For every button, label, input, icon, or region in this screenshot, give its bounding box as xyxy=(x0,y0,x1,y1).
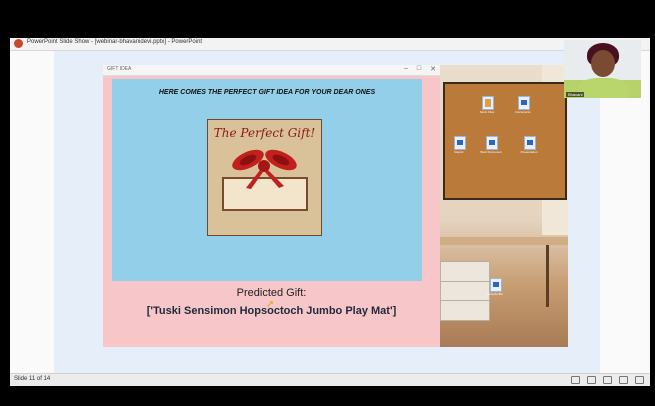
desktop-icon-label: Recycle Bin xyxy=(487,292,503,296)
desktop-icon-label: Stock Files xyxy=(479,110,495,114)
maximize-button[interactable]: □ xyxy=(417,65,421,73)
desktop-icon-label: Report xyxy=(454,150,464,154)
normal-view-icon[interactable] xyxy=(587,376,596,384)
webcam-video: Bhavani xyxy=(564,40,641,98)
close-button[interactable]: ✕ xyxy=(430,65,436,73)
desktop-icon-label: Word Document xyxy=(480,150,502,154)
presenter-body xyxy=(578,78,628,98)
document-icon[interactable] xyxy=(518,96,530,110)
slide-counter: Slide 11 of 14 xyxy=(14,376,51,382)
screen-bottom-bar xyxy=(0,386,655,406)
gift-card-image: The Perfect Gift! xyxy=(207,119,322,236)
document-icon[interactable] xyxy=(454,136,466,150)
slideshow-icon[interactable] xyxy=(635,376,644,384)
reading-view-icon[interactable] xyxy=(603,376,612,384)
desktop-icon-label: Documents xyxy=(515,110,531,114)
previous-slide-icon[interactable] xyxy=(571,376,580,384)
powerpoint-titlebar: PowerPoint Slide Show - [webinar-bhavani… xyxy=(10,38,650,51)
filing-cabinet xyxy=(440,261,490,321)
slide-left-margin xyxy=(10,51,54,373)
powerpoint-window-title: PowerPoint Slide Show - [webinar-bhavani… xyxy=(27,39,203,45)
gift-app-title: GIFT IDEA xyxy=(107,66,132,72)
recycle-bin-icon[interactable] xyxy=(490,278,502,292)
minimize-button[interactable]: – xyxy=(404,65,408,73)
desk-leg xyxy=(546,245,549,307)
slide-right-margin xyxy=(600,51,650,373)
predicted-gift-label: Predicted Gift: xyxy=(236,287,307,299)
slide-sorter-icon[interactable] xyxy=(619,376,628,384)
powerpoint-logo-icon xyxy=(14,39,23,48)
presenter-avatar xyxy=(591,50,615,77)
powerpoint-statusbar: Slide 11 of 14 xyxy=(10,373,650,386)
gift-app-window: GIFT IDEA – □ ✕ HERE COMES THE PERFECT G… xyxy=(103,65,440,347)
desktop-icon-label: Presentation xyxy=(520,150,538,154)
mouse-cursor-icon: ➚ xyxy=(266,299,275,310)
folder-icon[interactable] xyxy=(482,96,494,110)
participant-name: Bhavani xyxy=(566,92,585,97)
desk-surface xyxy=(440,237,568,245)
ribbon-bow-icon xyxy=(232,149,297,189)
desktop-background-image: Stock Files Documents Report Word Docume… xyxy=(440,65,568,347)
screen-top-bar xyxy=(0,0,655,38)
gift-heading: HERE COMES THE PERFECT GIFT IDEA FOR YOU… xyxy=(158,89,376,96)
gift-panel: HERE COMES THE PERFECT GIFT IDEA FOR YOU… xyxy=(112,79,422,281)
status-controls xyxy=(571,376,644,384)
presentation-icon[interactable] xyxy=(524,136,536,150)
word-document-icon[interactable] xyxy=(486,136,498,150)
gift-app-titlebar: GIFT IDEA – □ ✕ xyxy=(103,65,440,76)
